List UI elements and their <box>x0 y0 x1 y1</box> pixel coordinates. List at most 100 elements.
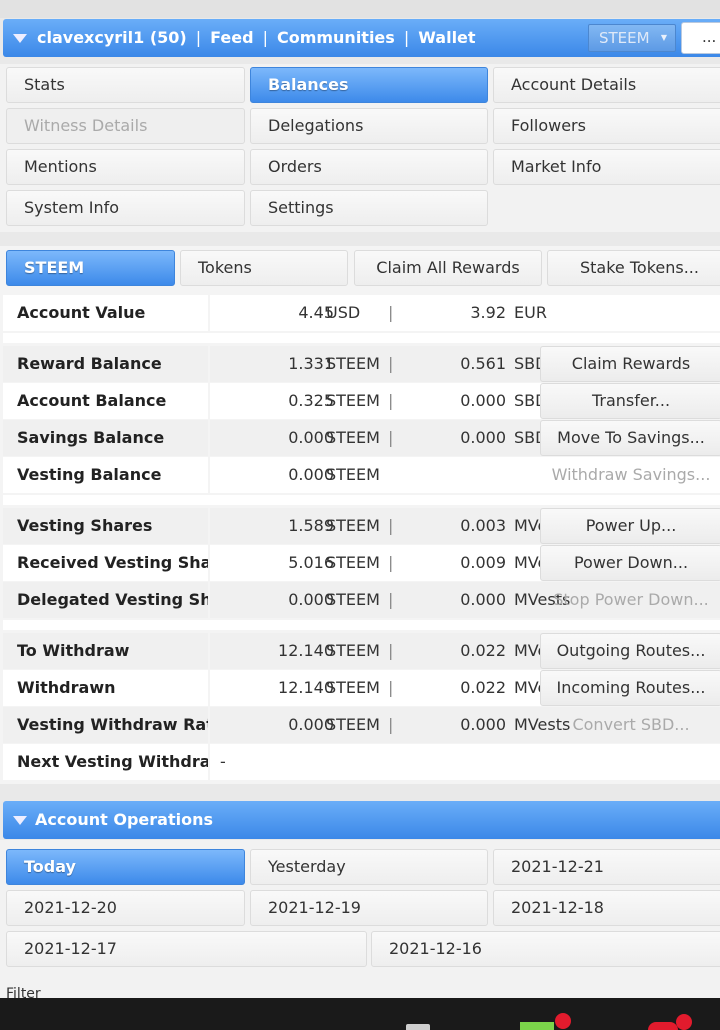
table-row: Vesting Shares 1.589 STEEM | 0.003 MVest… <box>0 508 720 544</box>
unit-usd: USD <box>326 303 361 322</box>
claim-rewards-button[interactable]: Claim Rewards <box>540 346 720 382</box>
account-value-cell: 4.45 USD | 3.92 EUR <box>210 295 720 331</box>
table-row: Withdrawn 12.140 STEEM | 0.022 MVests In… <box>0 670 720 706</box>
menu-orders[interactable]: Orders <box>250 149 488 185</box>
system-bar <box>0 998 720 1030</box>
row-label: Received Vesting Shares <box>3 545 208 581</box>
unit-steem: STEEM <box>326 590 380 609</box>
currency-select[interactable]: STEEM ▼ <box>588 24 676 52</box>
row-label: Vesting Withdraw Rate <box>3 707 208 743</box>
value-separator: | <box>388 590 394 609</box>
table-row: Savings Balance 0.000 STEEM | 0.000 SBD … <box>0 420 720 456</box>
system-app-icon <box>648 1022 678 1030</box>
value-separator: | <box>388 428 394 447</box>
tab-date[interactable]: 2021-12-20 <box>6 890 245 926</box>
withdraw-savings-button[interactable]: Withdraw Savings... <box>540 457 720 493</box>
unit-steem: STEEM <box>326 354 380 373</box>
dropdown-arrow-icon: ▼ <box>660 33 667 42</box>
outgoing-routes-button[interactable]: Outgoing Routes... <box>540 633 720 669</box>
row-label: Account Balance <box>3 383 208 419</box>
table-row: Next Vesting Withdrawal - <box>0 744 720 780</box>
value-separator: | <box>388 391 394 410</box>
unit-secondary: SBD <box>514 354 542 373</box>
menu-settings[interactable]: Settings <box>250 190 488 226</box>
value-separator: | <box>388 354 394 373</box>
convert-sbd-button[interactable]: Convert SBD... <box>540 707 720 743</box>
value-eur: 3.92 <box>470 303 506 322</box>
more-button[interactable]: ... <box>681 22 720 54</box>
tab-date[interactable]: 2021-12-16 <box>371 931 720 967</box>
unit-steem: STEEM <box>326 715 380 734</box>
nav-separator: | <box>403 28 410 47</box>
tab-yesterday[interactable]: Yesterday <box>250 849 488 885</box>
value-separator: | <box>388 303 394 322</box>
menu-balances[interactable]: Balances <box>250 67 488 103</box>
row-values: - <box>210 744 720 780</box>
tab-today[interactable]: Today <box>6 849 245 885</box>
power-down-button[interactable]: Power Down... <box>540 545 720 581</box>
unit-secondary: MVests <box>514 516 542 535</box>
nav-feed[interactable]: Feed <box>210 28 253 47</box>
account-value-row: Account Value 4.45 USD | 3.92 EUR <box>0 295 720 331</box>
value-secondary: 0.000 <box>460 715 506 734</box>
row-label: Delegated Vesting Shares <box>3 582 208 618</box>
spacer <box>3 620 720 630</box>
tab-steem[interactable]: STEEM <box>6 250 175 286</box>
unit-steem: STEEM <box>326 678 380 697</box>
value-separator: | <box>388 641 394 660</box>
move-to-savings-button[interactable]: Move To Savings... <box>540 420 720 456</box>
tab-date[interactable]: 2021-12-17 <box>6 931 367 967</box>
spacer <box>3 495 720 505</box>
menu-account-details[interactable]: Account Details <box>493 67 720 103</box>
value-secondary: 0.000 <box>460 428 506 447</box>
tab-date[interactable]: 2021-12-19 <box>250 890 488 926</box>
menu-mentions[interactable]: Mentions <box>6 149 245 185</box>
header-nav: clavexcyril1 (50) | Feed | Communities | Walle… <box>37 19 476 57</box>
stake-tokens-button[interactable]: Stake Tokens... <box>547 250 720 286</box>
unit-secondary: MVests <box>514 553 542 572</box>
menu-delegations[interactable]: Delegations <box>250 108 488 144</box>
menu-stats[interactable]: Stats <box>6 67 245 103</box>
collapse-triangle-icon[interactable] <box>13 816 27 825</box>
unit-steem: STEEM <box>326 428 380 447</box>
tab-date[interactable]: 2021-12-18 <box>493 890 720 926</box>
tab-date[interactable]: 2021-12-21 <box>493 849 720 885</box>
nav-communities[interactable]: Communities <box>277 28 395 47</box>
value-secondary: 0.000 <box>460 590 506 609</box>
power-up-button[interactable]: Power Up... <box>540 508 720 544</box>
notification-dot-icon <box>555 1013 571 1029</box>
collapse-triangle-icon[interactable] <box>13 34 27 43</box>
notification-dot-icon <box>676 1014 692 1030</box>
account-operations-title: Account Operations <box>35 810 213 829</box>
unit-secondary: MVests <box>514 678 542 697</box>
table-row: Reward Balance 1.331 STEEM | 0.561 SBD C… <box>0 346 720 382</box>
row-label: Savings Balance <box>3 420 208 456</box>
spacer <box>3 333 720 343</box>
unit-secondary: SBD <box>514 391 542 410</box>
incoming-routes-button[interactable]: Incoming Routes... <box>540 670 720 706</box>
menu-market-info[interactable]: Market Info <box>493 149 720 185</box>
row-label: Withdrawn <box>3 670 208 706</box>
tab-tokens[interactable]: Tokens <box>180 250 348 286</box>
unit-steem: STEEM <box>326 516 380 535</box>
menu-witness-details[interactable]: Witness Details <box>6 108 245 144</box>
unit-steem: STEEM <box>326 465 380 484</box>
account-link[interactable]: clavexcyril1 (50) <box>37 28 187 47</box>
value-separator: | <box>388 678 394 697</box>
claim-all-rewards-button[interactable]: Claim All Rewards <box>354 250 542 286</box>
row-label: Next Vesting Withdrawal <box>3 744 208 780</box>
menu-followers[interactable]: Followers <box>493 108 720 144</box>
nav-wallet[interactable]: Wallet <box>418 28 475 47</box>
value-secondary: 0.000 <box>460 391 506 410</box>
table-row: Vesting Withdraw Rate 0.000 STEEM | 0.00… <box>0 707 720 743</box>
account-operations-bar[interactable]: Account Operations <box>3 801 720 839</box>
next-withdrawal-value: - <box>220 752 226 771</box>
top-strip <box>0 0 720 18</box>
menu-system-info[interactable]: System Info <box>6 190 245 226</box>
stop-power-down-button[interactable]: Stop Power Down... <box>540 582 720 618</box>
value-secondary: 0.022 <box>460 641 506 660</box>
unit-steem: STEEM <box>326 553 380 572</box>
transfer-button[interactable]: Transfer... <box>540 383 720 419</box>
table-row: Delegated Vesting Shares 0.000 STEEM | 0… <box>0 582 720 618</box>
unit-steem: STEEM <box>326 641 380 660</box>
